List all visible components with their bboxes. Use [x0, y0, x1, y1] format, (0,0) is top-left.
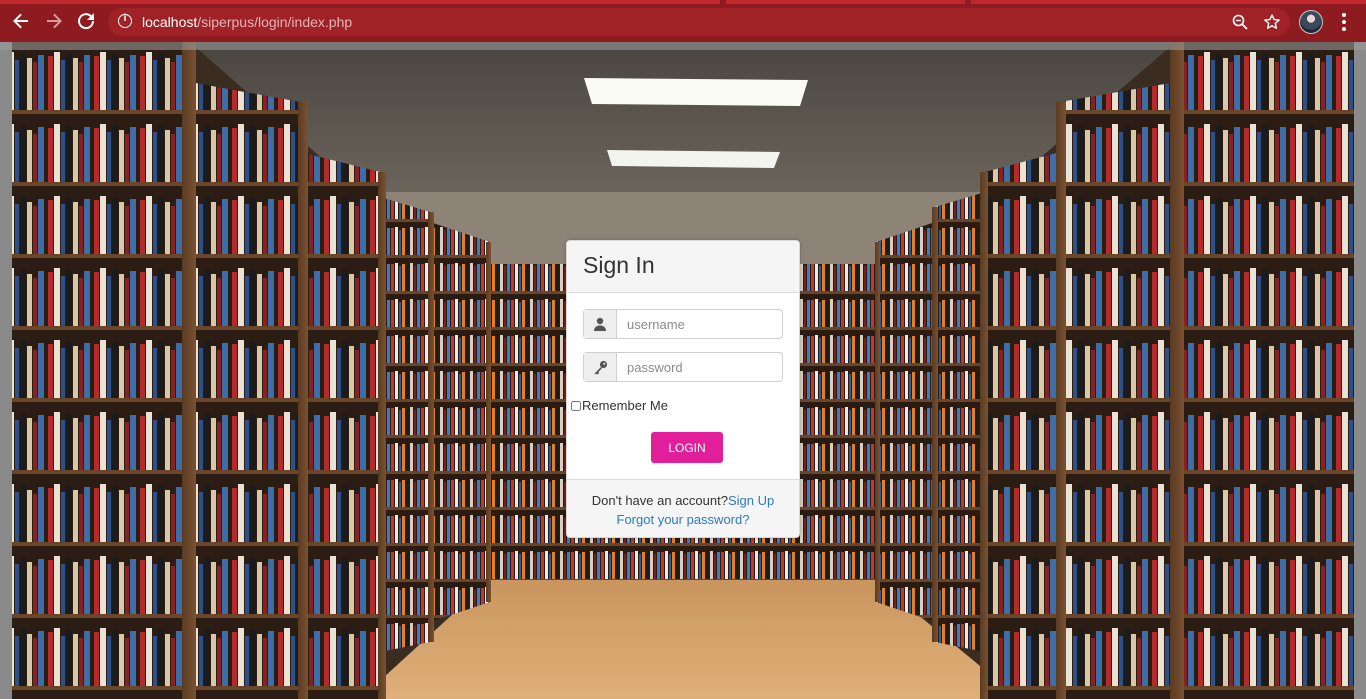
username-input[interactable]	[617, 310, 781, 338]
remember-label: Remember Me	[582, 398, 668, 413]
browser-toolbar: localhost/siperpus/login/index.php	[0, 0, 1366, 42]
forward-arrow-icon[interactable]	[42, 9, 66, 33]
more-menu-icon[interactable]	[1336, 10, 1352, 34]
key-icon	[584, 353, 617, 381]
remember-me[interactable]: Remember Me	[571, 398, 668, 413]
forgot-row: Forgot your password?	[567, 512, 799, 527]
user-icon	[584, 310, 617, 338]
password-field[interactable]	[583, 352, 783, 382]
no-account-text: Don't have an account?	[591, 493, 728, 508]
username-field[interactable]	[583, 309, 783, 339]
signup-link[interactable]: Sign Up	[728, 493, 774, 508]
login-panel-header: Sign In	[567, 241, 799, 293]
profile-avatar[interactable]	[1299, 10, 1323, 34]
password-input[interactable]	[617, 353, 781, 381]
info-icon[interactable]	[118, 13, 132, 28]
login-panel: Sign In Remember Me LOGIN Don't have an …	[566, 240, 800, 538]
login-button[interactable]: LOGIN	[651, 432, 723, 463]
reload-icon[interactable]	[74, 9, 98, 33]
zoom-icon[interactable]	[1232, 14, 1248, 30]
forgot-password-link[interactable]: Forgot your password?	[617, 512, 750, 527]
url-text[interactable]: localhost/siperpus/login/index.php	[142, 14, 352, 30]
login-panel-footer: Don't have an account?Sign Up Forgot you…	[567, 479, 799, 537]
address-bar[interactable]: localhost/siperpus/login/index.php	[108, 8, 1290, 36]
page-title: Sign In	[583, 252, 655, 278]
remember-checkbox[interactable]	[571, 400, 581, 411]
tab-strip	[0, 0, 1366, 4]
back-arrow-icon[interactable]	[9, 9, 33, 33]
star-icon[interactable]	[1264, 14, 1280, 30]
signup-row: Don't have an account?Sign Up	[567, 493, 799, 508]
